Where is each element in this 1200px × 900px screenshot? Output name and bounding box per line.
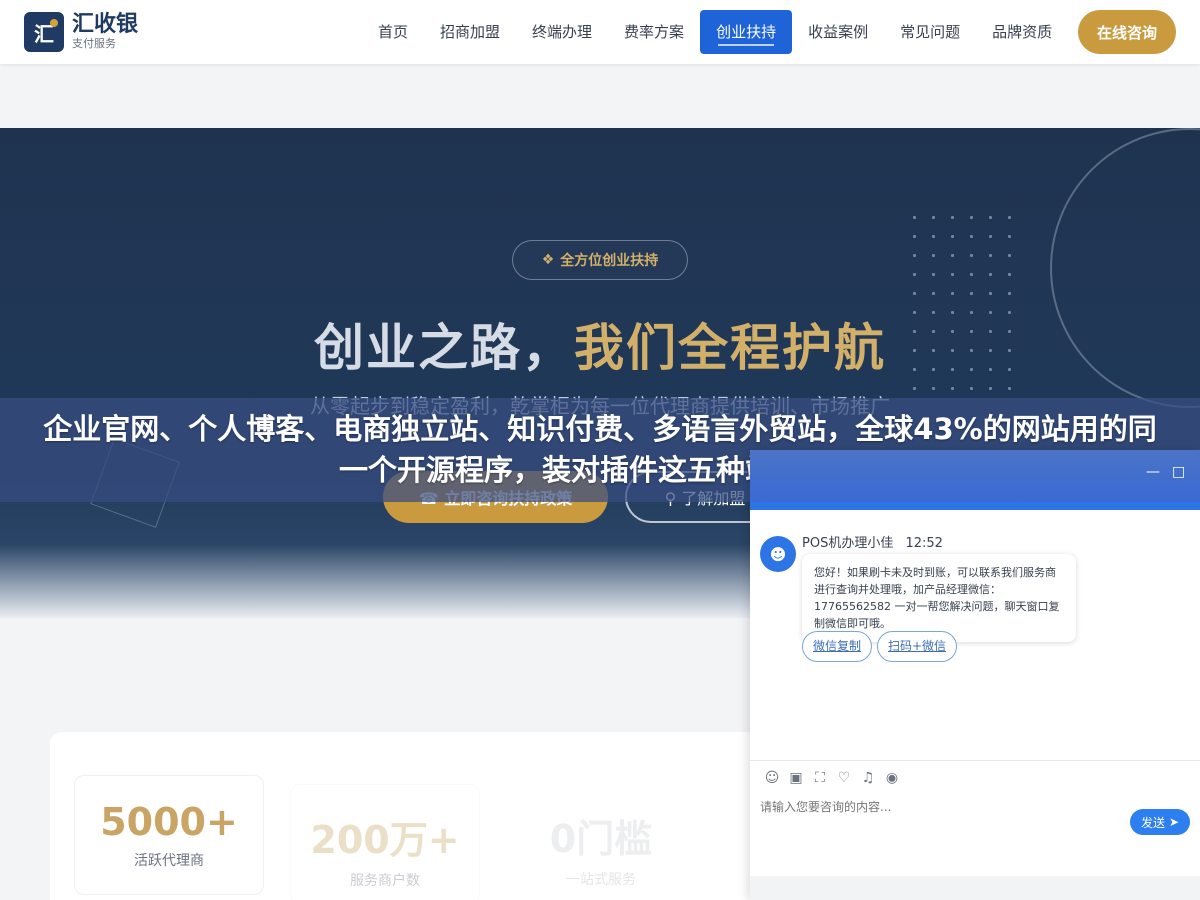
stat-card-service: 0门槛 一站式服务 xyxy=(506,784,696,900)
logo-subtitle: 支付服务 xyxy=(72,37,116,50)
stat-label: 活跃代理商 xyxy=(134,853,204,869)
chat-widget: — □ ☻ POS机办理小佳 12:52 您好！如果刷卡未及时到账，可以联系我们… xyxy=(750,450,1200,900)
hero-badge-label: 全方位创业扶持 xyxy=(560,253,659,269)
stat-value: 5000+ xyxy=(100,800,238,844)
emoji-icon[interactable]: ☺ xyxy=(760,770,784,788)
copy-wechat-chip[interactable]: 微信复制 xyxy=(802,631,873,662)
image-icon[interactable]: ▣ xyxy=(784,770,808,788)
send-button[interactable]: 发送 ➤ xyxy=(1130,809,1190,835)
user-icon: ☻ xyxy=(769,544,787,564)
logo-mark-icon: 汇 xyxy=(24,12,64,52)
online-consult-button[interactable]: 在线咨询 xyxy=(1078,10,1176,54)
nav-startup-support[interactable]: 创业扶持 xyxy=(700,10,793,54)
scan-wechat-chip[interactable]: 扫码+微信 xyxy=(877,631,958,662)
stat-value: 0门槛 xyxy=(549,817,653,861)
muscle-icon: ❖ xyxy=(541,252,555,268)
stat-card-merchants: 200万+ 服务商户数 xyxy=(290,784,480,900)
stat-value: 200万+ xyxy=(310,818,460,862)
screenshot-icon[interactable]: ⛶ xyxy=(808,770,832,788)
chat-footer xyxy=(750,876,1200,900)
nav-rates[interactable]: 费率方案 xyxy=(608,10,700,54)
logo-text: 汇收银 支付服务 xyxy=(72,13,138,51)
stat-label: 服务商户数 xyxy=(350,873,420,889)
chat-toolbar: ☺ ▣ ⛶ ♡ ♫ ◉ xyxy=(760,770,904,788)
rate-icon[interactable]: ♡ xyxy=(832,770,856,788)
nav-cases[interactable]: 收益案例 xyxy=(792,10,884,54)
minimize-icon[interactable]: — xyxy=(1146,464,1160,480)
agent-name: POS机办理小佳 xyxy=(802,536,894,551)
chat-message-input[interactable] xyxy=(760,800,1120,814)
hero-badge: ❖ 全方位创业扶持 xyxy=(512,240,688,280)
nav-terminal[interactable]: 终端办理 xyxy=(516,10,608,54)
logo-name: 汇收银 xyxy=(72,12,139,37)
main-nav: 首页 招商加盟 终端办理 费率方案 创业扶持 收益案例 常见问题 品牌资质 xyxy=(362,10,1068,54)
voice-icon[interactable]: ♫ xyxy=(856,770,880,788)
stats-panel: 5000+ 活跃代理商 200万+ 服务商户数 0门槛 一站式服务 xyxy=(50,732,770,900)
wechat-icon[interactable]: ◉ xyxy=(880,770,904,788)
agent-name-line: POS机办理小佳 12:52 xyxy=(802,532,943,551)
stat-label: 一站式服务 xyxy=(566,872,636,888)
nav-faq[interactable]: 常见问题 xyxy=(884,10,976,54)
chat-header: — □ xyxy=(750,450,1200,502)
stat-card-agents: 5000+ 活跃代理商 xyxy=(74,775,264,895)
message-time: 12:52 xyxy=(905,536,943,551)
brand-logo[interactable]: 汇 汇收银 支付服务 xyxy=(24,12,138,52)
nav-credentials[interactable]: 品牌资质 xyxy=(976,10,1068,54)
chat-divider xyxy=(750,760,1200,761)
hero-title-part2: 我们全程护航 xyxy=(574,319,886,377)
maximize-icon[interactable]: □ xyxy=(1172,464,1185,480)
agent-avatar: ☻ xyxy=(760,536,796,572)
chat-header-bar xyxy=(750,502,1200,510)
agent-message: 您好！如果刷卡未及时到账，可以联系我们服务商进行查询并处理哦，加产品经理微信：1… xyxy=(802,554,1076,642)
logo-dot xyxy=(50,19,58,27)
hero-title: 创业之路，我们全程护航 xyxy=(0,308,1200,380)
nav-franchise[interactable]: 招商加盟 xyxy=(424,10,516,54)
send-label: 发送 xyxy=(1140,815,1165,830)
nav-home[interactable]: 首页 xyxy=(362,10,424,54)
send-arrow-icon: ➤ xyxy=(1168,815,1180,829)
site-header: 汇 汇收银 支付服务 首页 招商加盟 终端办理 费率方案 创业扶持 收益案例 常… xyxy=(0,0,1200,64)
hero-title-part1: 创业之路， xyxy=(314,319,574,377)
